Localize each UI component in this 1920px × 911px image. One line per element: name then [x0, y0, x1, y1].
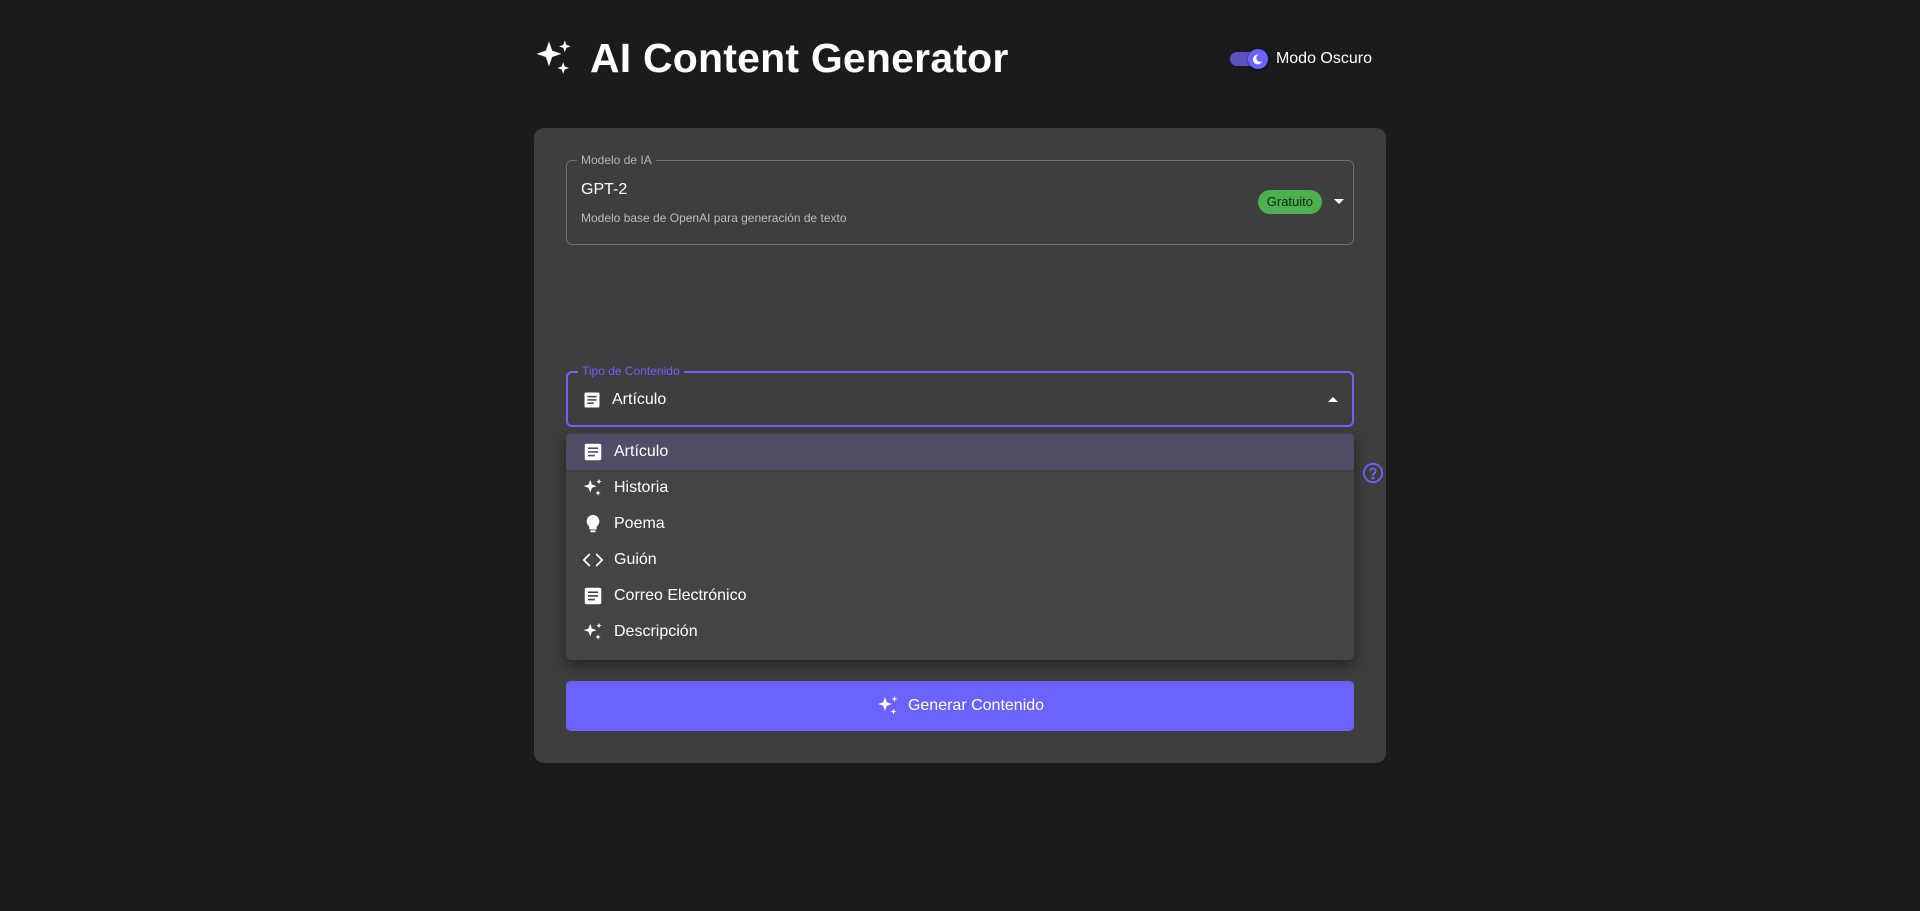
content-type-selected: Artículo [582, 390, 666, 410]
menu-item-label: Correo Electrónico [614, 587, 747, 604]
content-type-value: Artículo [612, 391, 667, 408]
sparkles-icon [582, 477, 604, 499]
generate-button-label: Generar Contenido [907, 697, 1045, 714]
content-type-select[interactable]: Tipo de Contenido Artículo [566, 364, 1354, 427]
toggle-track[interactable] [1229, 49, 1268, 69]
model-select[interactable]: Modelo de IA GPT-2 Modelo base de OpenAI… [566, 153, 1354, 245]
dark-mode-toggle[interactable]: Modo Oscuro [1229, 49, 1372, 69]
article-icon [582, 585, 604, 607]
chevron-up-icon[interactable] [1328, 397, 1338, 402]
menu-item-historia[interactable]: Historia [566, 470, 1354, 506]
lightbulb-icon [582, 513, 604, 535]
page-title: AI Content Generator [590, 35, 1009, 81]
menu-item-descripcion[interactable]: Descripción [566, 614, 1354, 650]
sparkles-icon [876, 694, 900, 718]
app-header: AI Content Generator Modo Oscuro [534, 28, 1386, 88]
menu-item-label: Poema [614, 515, 665, 532]
sparkles-icon [582, 621, 604, 643]
content-type-menu: Artículo Historia Poema Guión Correo Ele… [566, 432, 1354, 660]
menu-item-guion[interactable]: Guión [566, 542, 1354, 578]
menu-item-articulo[interactable]: Artículo [566, 434, 1354, 470]
dark-mode-label: Modo Oscuro [1275, 50, 1372, 67]
title-wrap: AI Content Generator [534, 32, 1009, 84]
toggle-thumb[interactable] [1247, 49, 1268, 69]
menu-item-label: Guión [614, 551, 657, 568]
moon-icon [1251, 53, 1264, 66]
menu-item-label: Descripción [614, 623, 698, 640]
model-description: Modelo base de OpenAI para generación de… [581, 211, 847, 225]
model-select-label: Modelo de IA [577, 153, 656, 167]
generate-content-button[interactable]: Generar Contenido [566, 681, 1354, 731]
article-icon [582, 441, 604, 463]
free-badge: Gratuito [1257, 190, 1322, 214]
model-name: GPT-2 [581, 181, 628, 198]
menu-item-poema[interactable]: Poema [566, 506, 1354, 542]
article-icon [582, 390, 602, 410]
content-type-label: Tipo de Contenido [578, 364, 684, 378]
code-icon [582, 549, 604, 571]
sparkles-icon [534, 38, 574, 78]
menu-item-correo[interactable]: Correo Electrónico [566, 578, 1354, 614]
menu-item-label: Historia [614, 479, 669, 496]
help-circle-icon[interactable] [1362, 462, 1384, 484]
chevron-down-icon[interactable] [1334, 199, 1344, 204]
menu-item-label: Artículo [614, 443, 669, 460]
